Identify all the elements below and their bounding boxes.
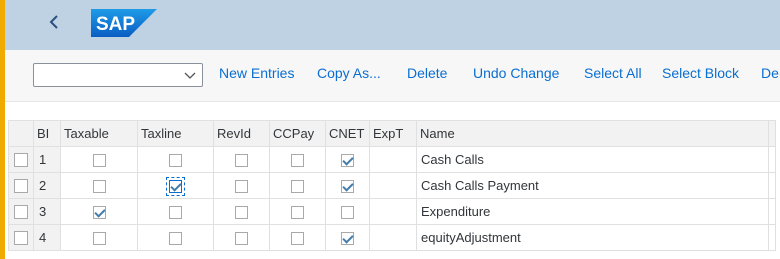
- cnet-checkbox[interactable]: [341, 180, 354, 194]
- table-row[interactable]: 4 equityAdjustment: [8, 224, 776, 251]
- cnet-checkbox[interactable]: [341, 232, 354, 246]
- col-header-taxable[interactable]: Taxable: [60, 120, 138, 147]
- revid-cell: [213, 224, 270, 251]
- revid-checkbox[interactable]: [235, 154, 248, 168]
- taxable-cell: [60, 224, 138, 251]
- table-area: BI Taxable Taxline RevId CCPay CNET ExpT…: [5, 102, 780, 259]
- taxline-checkbox[interactable]: [166, 177, 185, 197]
- bi-cell: 3: [33, 198, 61, 225]
- col-header-taxline[interactable]: Taxline: [137, 120, 214, 147]
- select-all-header[interactable]: [8, 120, 34, 147]
- cnet-cell: [325, 146, 370, 173]
- name-cell[interactable]: Cash Calls Payment: [416, 172, 769, 199]
- sap-logo: SAP: [91, 9, 157, 37]
- taxline-checkbox[interactable]: [169, 232, 182, 246]
- row-filler: [768, 172, 776, 199]
- entries-table: BI Taxable Taxline RevId CCPay CNET ExpT…: [8, 120, 776, 251]
- ccpay-checkbox[interactable]: [291, 206, 304, 220]
- row-select-checkbox[interactable]: [14, 231, 28, 246]
- taxable-checkbox[interactable]: [92, 232, 106, 246]
- header-filler: [768, 120, 776, 147]
- ccpay-checkbox[interactable]: [291, 180, 304, 194]
- expt-cell[interactable]: [369, 172, 417, 199]
- taxable-cell: [60, 198, 138, 225]
- revid-cell: [213, 198, 270, 225]
- svg-text:SAP: SAP: [96, 14, 135, 35]
- taxline-cell: [137, 146, 214, 173]
- name-cell[interactable]: Expenditure: [416, 198, 769, 225]
- taxable-checkbox[interactable]: [92, 180, 106, 194]
- taxline-cell: [137, 198, 214, 225]
- ccpay-checkbox[interactable]: [291, 154, 304, 168]
- table-row[interactable]: 3 Expenditure: [8, 198, 776, 225]
- expt-cell[interactable]: [369, 146, 417, 173]
- revid-checkbox[interactable]: [235, 232, 248, 246]
- taxline-cell: [137, 172, 214, 199]
- row-selector[interactable]: [8, 224, 34, 251]
- col-header-revid[interactable]: RevId: [213, 120, 270, 147]
- select-all-button[interactable]: Select All: [584, 65, 642, 81]
- taxable-cell: [60, 146, 138, 173]
- revid-checkbox[interactable]: [235, 206, 248, 220]
- table-row[interactable]: 1 Cash Calls: [8, 146, 776, 173]
- cnet-cell: [325, 224, 370, 251]
- select-block-button[interactable]: Select Block: [662, 65, 739, 81]
- cnet-cell: [325, 172, 370, 199]
- col-header-ccpay[interactable]: CCPay: [269, 120, 326, 147]
- chevron-down-icon: [184, 68, 196, 80]
- back-button[interactable]: [39, 10, 69, 38]
- bi-cell: 4: [33, 224, 61, 251]
- col-header-cnet[interactable]: CNET: [325, 120, 370, 147]
- copy-as-button[interactable]: Copy As...: [317, 65, 381, 81]
- cnet-cell: [325, 198, 370, 225]
- bi-cell: 2: [33, 172, 61, 199]
- expt-cell[interactable]: [369, 198, 417, 225]
- row-selector[interactable]: [8, 198, 34, 225]
- row-select-checkbox[interactable]: [14, 179, 28, 194]
- delete-button[interactable]: Delete: [407, 65, 447, 81]
- ccpay-cell: [269, 224, 326, 251]
- table-header-row: BI Taxable Taxline RevId CCPay CNET ExpT…: [8, 120, 776, 147]
- truncated-toolbar-button[interactable]: De: [761, 65, 779, 81]
- ccpay-cell: [269, 198, 326, 225]
- chevron-left-icon: [48, 14, 60, 35]
- cnet-checkbox[interactable]: [341, 206, 354, 220]
- revid-checkbox[interactable]: [235, 180, 248, 194]
- col-header-expt[interactable]: ExpT: [369, 120, 417, 147]
- name-cell[interactable]: equityAdjustment: [416, 224, 769, 251]
- shell-header: SAP: [5, 0, 780, 50]
- application-toolbar: New Entries Copy As... Delete Undo Chang…: [5, 50, 780, 102]
- taxable-checkbox[interactable]: [92, 154, 106, 168]
- row-select-checkbox[interactable]: [14, 205, 28, 220]
- taxline-checkbox[interactable]: [169, 206, 182, 220]
- undo-change-button[interactable]: Undo Change: [473, 65, 559, 81]
- col-header-bi[interactable]: BI: [33, 120, 61, 147]
- row-filler: [768, 146, 776, 173]
- name-cell[interactable]: Cash Calls: [416, 146, 769, 173]
- taxable-cell: [60, 172, 138, 199]
- ccpay-cell: [269, 172, 326, 199]
- row-selector[interactable]: [8, 172, 34, 199]
- ccpay-cell: [269, 146, 326, 173]
- row-selector[interactable]: [8, 146, 34, 173]
- taxable-checkbox[interactable]: [92, 206, 106, 220]
- cnet-checkbox[interactable]: [341, 154, 354, 168]
- revid-cell: [213, 172, 270, 199]
- taxline-checkbox[interactable]: [169, 154, 182, 168]
- row-filler: [768, 198, 776, 225]
- row-select-checkbox[interactable]: [14, 153, 28, 168]
- taxline-cell: [137, 224, 214, 251]
- row-filler: [768, 224, 776, 251]
- variant-select[interactable]: [33, 63, 203, 87]
- table-row[interactable]: 2 Cash Calls Payment: [8, 172, 776, 199]
- new-entries-button[interactable]: New Entries: [219, 65, 294, 81]
- col-header-name[interactable]: Name: [416, 120, 769, 147]
- revid-cell: [213, 146, 270, 173]
- bi-cell: 1: [33, 146, 61, 173]
- ccpay-checkbox[interactable]: [291, 232, 304, 246]
- expt-cell[interactable]: [369, 224, 417, 251]
